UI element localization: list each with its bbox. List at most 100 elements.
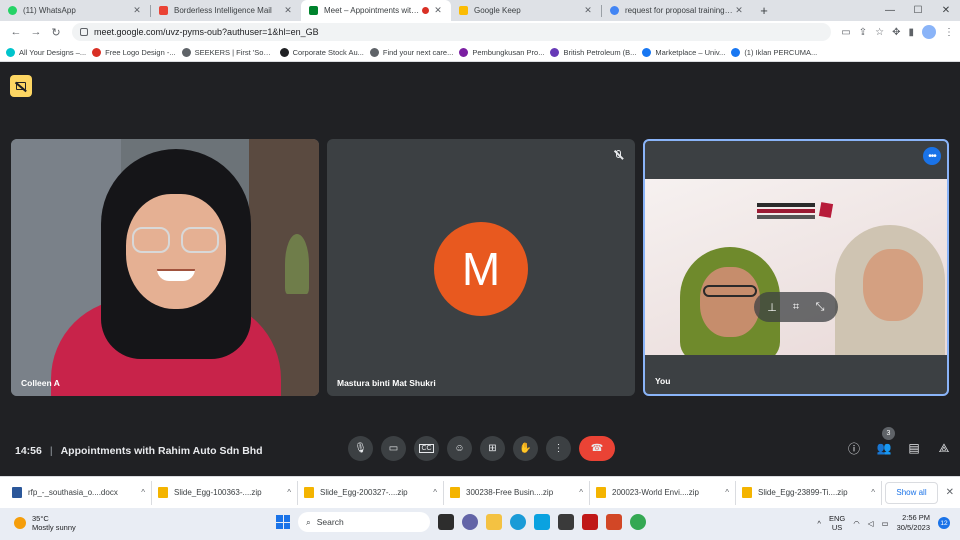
zip-folder-icon: [450, 487, 460, 498]
url-field[interactable]: meet.google.com/uvz-pyms-oub?authuser=1&…: [72, 23, 832, 41]
chevron-up-icon[interactable]: ^: [579, 488, 583, 497]
participant-tile-colleen[interactable]: Colleen A: [11, 139, 319, 396]
close-icon[interactable]: ✕: [433, 5, 443, 16]
meet-stage: Colleen A M Mastura binti Mat Shukri •••…: [0, 63, 960, 476]
tab-google-search[interactable]: request for proposal training ma ✕: [602, 0, 752, 21]
activities-icon: ⟁: [938, 440, 950, 455]
new-tab-button[interactable]: +: [752, 0, 776, 21]
recording-icon: [422, 7, 429, 14]
side-panel-icon[interactable]: ▮: [908, 27, 914, 38]
lync-icon[interactable]: [534, 514, 550, 530]
chat-button[interactable]: ▤: [906, 440, 922, 456]
chevron-up-icon[interactable]: ^: [817, 519, 821, 528]
weather-widget[interactable]: 35°C Mostly sunny: [14, 514, 76, 532]
mcafee-icon[interactable]: [582, 514, 598, 530]
chevron-up-icon[interactable]: ^: [725, 488, 729, 497]
forward-arrow-icon[interactable]: →: [26, 26, 46, 38]
minimize-button[interactable]: —: [876, 0, 904, 21]
notification-badge[interactable]: 12: [938, 517, 950, 529]
more-options-button[interactable]: •••: [923, 147, 941, 165]
download-item[interactable]: Slide_Egg-23899-Ti....zip ^: [736, 480, 882, 505]
back-arrow-icon[interactable]: ←: [6, 26, 26, 38]
activities-button[interactable]: ⟁: [936, 440, 952, 456]
bookmarks-bar: All Your Designs –... Free Logo Design -…: [0, 43, 960, 62]
participant-name: Colleen A: [21, 378, 60, 388]
present-button[interactable]: ⊞: [480, 436, 505, 461]
file-explorer-icon[interactable]: [486, 514, 502, 530]
teams-chat-icon[interactable]: [462, 514, 478, 530]
task-view-icon[interactable]: [438, 514, 454, 530]
volume-icon[interactable]: ◁: [868, 519, 874, 528]
frame-icon[interactable]: ⌗: [787, 301, 805, 314]
pin-icon[interactable]: ⊥: [763, 301, 781, 314]
participant-tile-self[interactable]: ••• ⊥ ⌗ ⤡ You: [643, 139, 949, 396]
profile-avatar[interactable]: [922, 25, 936, 39]
camera-icon[interactable]: ▭: [841, 27, 850, 38]
chevron-up-icon[interactable]: ^: [287, 488, 291, 497]
download-item[interactable]: 300238-Free Busin....zip ^: [444, 480, 590, 505]
chevron-up-icon[interactable]: ^: [141, 488, 145, 497]
star-icon[interactable]: ☆: [875, 27, 884, 38]
tab-meet[interactable]: Meet – Appointments with R ✕: [301, 0, 451, 21]
bookmark-item[interactable]: Corporate Stock Au...: [279, 47, 364, 57]
participant-name: You: [655, 376, 671, 386]
downloads-bar: rfp_-_southasia_o....docx ^ Slide_Egg-100…: [0, 476, 960, 508]
download-item[interactable]: Slide_Egg-100363-....zip ^: [152, 480, 298, 505]
lock-icon[interactable]: [80, 28, 88, 36]
share-icon[interactable]: ⇪: [859, 27, 867, 38]
restore-button[interactable]: ☐: [904, 0, 932, 21]
windows-start-icon[interactable]: [276, 515, 290, 529]
language-indicator[interactable]: ENG US: [829, 514, 845, 532]
tab-gmail[interactable]: Borderless Intelligence Mail ✕: [151, 0, 301, 21]
tab-keep[interactable]: Google Keep ✕: [451, 0, 601, 21]
menu-icon[interactable]: ⋮: [944, 27, 954, 38]
download-item[interactable]: 200023-World Envi....zip ^: [590, 480, 736, 505]
battery-icon[interactable]: ▭: [882, 519, 889, 528]
camera-button[interactable]: ▭: [381, 436, 406, 461]
store-icon[interactable]: [558, 514, 574, 530]
bookmark-item[interactable]: Free Logo Design -...: [92, 47, 176, 57]
leave-call-button[interactable]: ☎: [579, 436, 615, 461]
captions-button[interactable]: CC: [414, 436, 439, 461]
bookmark-item[interactable]: (1) Iklan PERCUMA...: [731, 47, 817, 57]
plant-shape: [285, 234, 309, 294]
participant-tile-mastura[interactable]: M Mastura binti Mat Shukri: [327, 139, 635, 396]
tab-whatsapp[interactable]: (11) WhatsApp ✕: [0, 0, 150, 21]
mic-button[interactable]: 🎙: [348, 436, 373, 461]
chevron-up-icon[interactable]: ^: [433, 488, 437, 497]
reload-icon[interactable]: ↻: [46, 26, 66, 39]
close-icon[interactable]: ✕: [734, 5, 744, 16]
clock[interactable]: 2:56 PM 30/5/2023: [897, 513, 930, 533]
call-controls: 🎙 ▭ CC ☺ ⊞ ✋ ⋮ ☎: [348, 436, 615, 461]
meeting-details-button[interactable]: ⓘ: [846, 440, 862, 456]
edge-icon[interactable]: [510, 514, 526, 530]
bookmark-item[interactable]: SEEKERS | First 'Soci...: [181, 47, 274, 57]
bookmark-item[interactable]: Find your next care...: [369, 47, 453, 57]
wifi-icon[interactable]: ◠: [853, 519, 860, 528]
more-options-button[interactable]: ⋮: [546, 436, 571, 461]
window-controls: — ☐ ✕: [876, 0, 960, 21]
chrome-icon[interactable]: [630, 514, 646, 530]
show-all-button[interactable]: Show all: [885, 481, 938, 504]
people-button[interactable]: 3 👥: [876, 427, 895, 456]
reactions-button[interactable]: ☺: [447, 436, 472, 461]
bookmark-item[interactable]: British Petroleum (B...: [550, 47, 636, 57]
close-window-button[interactable]: ✕: [932, 0, 960, 21]
chevron-up-icon[interactable]: ^: [871, 488, 875, 497]
close-icon[interactable]: ✕: [946, 487, 954, 498]
extensions-icon[interactable]: ✥: [892, 27, 900, 38]
download-item[interactable]: Slide_Egg-200327-....zip ^: [298, 480, 444, 505]
close-icon[interactable]: ✕: [283, 5, 293, 16]
download-item[interactable]: rfp_-_southasia_o....docx ^: [6, 480, 152, 505]
captions-icon: CC: [419, 444, 434, 453]
raise-hand-button[interactable]: ✋: [513, 436, 538, 461]
bookmark-item[interactable]: Marketplace – Univ...: [642, 47, 725, 57]
taskbar-search[interactable]: ⌕ Search: [298, 512, 430, 532]
close-icon[interactable]: ✕: [583, 5, 593, 16]
powerpoint-icon[interactable]: [606, 514, 622, 530]
bookmark-item[interactable]: All Your Designs –...: [6, 47, 86, 57]
camera-off-badge[interactable]: [10, 75, 32, 97]
minimize-tile-icon[interactable]: ⤡: [811, 301, 829, 314]
close-icon[interactable]: ✕: [132, 5, 142, 16]
bookmark-item[interactable]: Pembungkusan Pro...: [459, 47, 544, 57]
